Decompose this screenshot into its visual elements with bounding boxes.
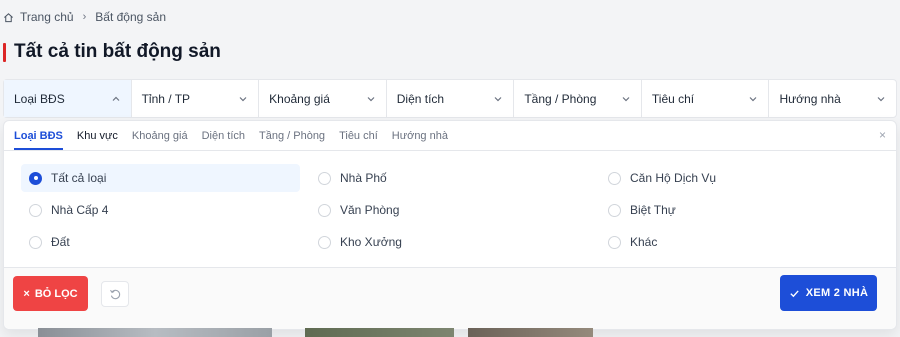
filter-direction[interactable]: Hướng nhà — [769, 80, 896, 117]
view-results-label: XEM 2 NHÀ — [805, 287, 869, 299]
filter-label: Tỉnh / TP — [141, 91, 191, 106]
clear-filter-button[interactable]: × BỎ LỌC — [13, 276, 88, 311]
option-office[interactable]: Văn Phòng — [310, 196, 399, 224]
option-townhouse[interactable]: Nhà Phố — [310, 164, 387, 192]
option-all-types[interactable]: Tất cả loại — [21, 164, 300, 192]
option-label: Tất cả loại — [51, 171, 107, 185]
filter-area[interactable]: Diện tích — [387, 80, 515, 117]
close-icon[interactable]: × — [879, 128, 886, 142]
tab-property-type[interactable]: Loại BĐS — [14, 130, 63, 150]
option-warehouse[interactable]: Kho Xưởng — [310, 228, 402, 256]
radio-icon — [29, 235, 42, 249]
tab-criteria[interactable]: Tiêu chí — [339, 130, 378, 150]
filter-label: Tiêu chí — [651, 91, 695, 106]
listing-thumbnail[interactable] — [305, 328, 454, 337]
option-level4-house[interactable]: Nhà Cấp 4 — [21, 196, 108, 224]
option-label: Biệt Thự — [630, 203, 676, 217]
filter-property-type[interactable]: Loại BĐS — [4, 80, 132, 117]
listing-thumbnail[interactable] — [468, 328, 593, 337]
option-label: Nhà Phố — [340, 171, 387, 185]
option-label: Đất — [51, 235, 70, 249]
option-label: Nhà Cấp 4 — [51, 203, 109, 217]
tab-region[interactable]: Khu vực — [77, 130, 118, 150]
chevron-down-icon — [622, 96, 630, 101]
radio-icon — [608, 235, 621, 249]
reset-button[interactable] — [101, 281, 129, 307]
view-results-button[interactable]: XEM 2 NHÀ — [780, 275, 877, 311]
home-icon — [4, 12, 13, 22]
radio-icon — [318, 171, 331, 185]
option-villa[interactable]: Biệt Thự — [600, 196, 676, 224]
option-other[interactable]: Khác — [600, 228, 657, 256]
reset-icon — [109, 289, 120, 299]
panel-footer: × BỎ LỌC XEM 2 NHÀ — [4, 267, 896, 329]
chevron-down-icon — [750, 96, 757, 101]
chevron-down-icon — [877, 96, 885, 101]
chevron-down-icon — [239, 96, 247, 101]
check-icon — [790, 289, 799, 297]
filter-criteria[interactable]: Tiêu chí — [642, 80, 770, 117]
radio-checked-icon — [29, 171, 42, 185]
page-title: Tất cả tin bất động sản — [14, 41, 221, 62]
page-header: Tất cả tin bất động sản — [3, 41, 221, 63]
radio-icon — [29, 203, 42, 217]
filter-label: Loại BĐS — [14, 91, 65, 106]
filter-price-range[interactable]: Khoảng giá — [259, 80, 387, 117]
breadcrumb: Trang chủ › Bất động sản — [3, 10, 166, 24]
filter-province[interactable]: Tỉnh / TP — [132, 80, 260, 117]
filter-label: Tầng / Phòng — [524, 91, 597, 106]
option-label: Kho Xưởng — [340, 235, 402, 249]
filter-floors-rooms[interactable]: Tầng / Phòng — [514, 80, 642, 117]
listing-thumbnail[interactable] — [38, 328, 272, 337]
option-label: Căn Hộ Dịch Vụ — [630, 171, 717, 185]
panel-tabs: Loại BĐS Khu vực Khoảng giá Diện tích Tầ… — [4, 121, 896, 151]
filter-dropdown-panel: Loại BĐS Khu vực Khoảng giá Diện tích Tầ… — [3, 120, 897, 330]
chevron-down-icon — [367, 96, 375, 101]
option-label: Khác — [630, 235, 658, 249]
close-icon: × — [23, 287, 30, 300]
option-land[interactable]: Đất — [21, 228, 70, 256]
radio-icon — [608, 203, 621, 217]
filter-bar: Loại BĐS Tỉnh / TP Khoảng giá Diện tích … — [3, 79, 897, 118]
breadcrumb-separator: › — [82, 11, 87, 23]
clear-filter-label: BỎ LỌC — [34, 287, 78, 300]
radio-icon — [608, 171, 621, 185]
chevron-down-icon — [494, 96, 502, 101]
tab-floors-rooms[interactable]: Tầng / Phòng — [259, 130, 325, 150]
radio-icon — [318, 203, 331, 217]
tab-area[interactable]: Diện tích — [202, 130, 245, 150]
title-accent-bar — [3, 42, 6, 62]
option-label: Văn Phòng — [340, 203, 400, 217]
option-service-apartment[interactable]: Căn Hộ Dịch Vụ — [600, 164, 716, 192]
filter-label: Hướng nhà — [779, 91, 841, 106]
filter-label: Diện tích — [396, 91, 445, 106]
filter-label: Khoảng giá — [269, 91, 330, 106]
tab-direction[interactable]: Hướng nhà — [392, 130, 448, 150]
breadcrumb-home-link[interactable]: Trang chủ — [20, 10, 74, 24]
radio-icon — [318, 235, 331, 249]
chevron-up-icon — [112, 96, 120, 101]
breadcrumb-current: Bất động sản — [95, 10, 166, 24]
tab-price-range[interactable]: Khoảng giá — [132, 130, 188, 150]
property-type-options: Tất cả loại Nhà Phố Căn Hộ Dịch Vụ Nhà C… — [4, 151, 896, 269]
